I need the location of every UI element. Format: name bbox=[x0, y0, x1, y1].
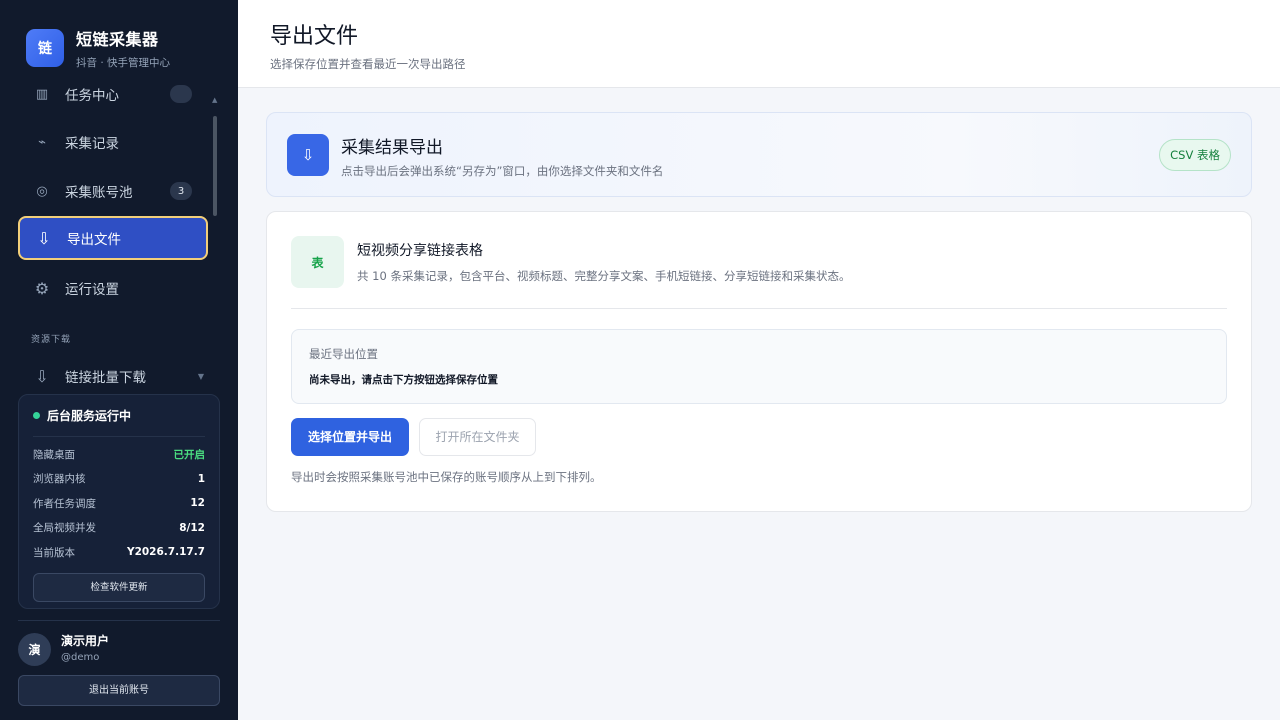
sidebar: 链 短链采集器 抖音 · 快手管理中心 ▥ 任务中心 ⌁ 采集记录 ◎ 采集账号… bbox=[0, 0, 238, 720]
app-logo: 链 bbox=[26, 29, 64, 67]
status-label: 作者任务调度 bbox=[33, 497, 96, 510]
table-icon: 表 bbox=[291, 236, 344, 288]
brand: 链 短链采集器 抖音 · 快手管理中心 bbox=[26, 26, 170, 70]
divider bbox=[291, 308, 1227, 309]
sidebar-nav: ▥ 任务中心 ⌁ 采集记录 ◎ 采集账号池 3 ⇩ 导出文件 ⚙ 运行设置 资源… bbox=[18, 76, 210, 392]
sidebar-item-label: 导出文件 bbox=[67, 232, 121, 248]
status-value: 1 bbox=[197, 472, 205, 485]
status-value: 已开启 bbox=[173, 448, 206, 461]
sidebar-item-task-center[interactable]: ▥ 任务中心 bbox=[18, 76, 208, 116]
gear-icon: ⚙ bbox=[34, 278, 50, 298]
status-label: 当前版本 bbox=[33, 546, 75, 559]
status-value: Y2026.7.17.7 bbox=[126, 546, 205, 559]
location-value: 尚未导出，请点击下方按钮选择保存位置 bbox=[309, 374, 498, 386]
nav-badge bbox=[170, 85, 192, 103]
sidebar-scrollbar[interactable]: ▲ bbox=[212, 94, 218, 394]
status-row: 作者任务调度 12 bbox=[33, 491, 205, 516]
choose-location-export-button[interactable]: 选择位置并导出 bbox=[291, 418, 409, 456]
status-row: 浏览器内核 1 bbox=[33, 467, 205, 492]
sidebar-item-label: 运行设置 bbox=[65, 282, 119, 298]
chart-icon: ▥ bbox=[35, 86, 49, 102]
nav-section-label: 资源下载 bbox=[31, 335, 72, 345]
chevron-down-icon: ▼ bbox=[197, 371, 204, 381]
avatar: 演 bbox=[18, 633, 51, 666]
status-label: 全局视频并发 bbox=[33, 522, 96, 535]
app-title: 短链采集器 bbox=[76, 30, 159, 49]
download-icon: ⇩ bbox=[35, 366, 49, 386]
logout-button[interactable]: 退出当前账号 bbox=[18, 675, 220, 706]
service-status-card: 后台服务运行中 隐藏桌面 已开启 浏览器内核 1 作者任务调度 12 全局视频并… bbox=[18, 394, 220, 609]
file-description: 共 10 条采集记录，包含平台、视频标题、完整分享文案、手机短链接、分享短链接和… bbox=[357, 269, 851, 283]
status-row: 当前版本 Y2026.7.17.7 bbox=[33, 540, 205, 565]
status-label: 隐藏桌面 bbox=[33, 448, 75, 461]
sidebar-item-records[interactable]: ⌁ 采集记录 bbox=[18, 120, 208, 164]
sidebar-item-label: 采集账号池 bbox=[65, 185, 133, 201]
download-icon: ⇩ bbox=[287, 134, 329, 176]
format-badge: CSV 表格 bbox=[1159, 139, 1231, 171]
nav-badge: 3 bbox=[170, 182, 192, 200]
chevron-up-icon[interactable]: ▲ bbox=[212, 96, 217, 104]
location-label: 最近导出位置 bbox=[309, 347, 378, 361]
check-update-button[interactable]: 检查软件更新 bbox=[33, 572, 205, 602]
sidebar-item-account-pool[interactable]: ◎ 采集账号池 3 bbox=[18, 169, 208, 213]
user-name: 演示用户 bbox=[61, 634, 110, 648]
export-banner: ⇩ 采集结果导出 点击导出后会弹出系统“另存为”窗口，由你选择文件夹和文件名 C… bbox=[266, 112, 1252, 197]
pulse-icon: ⌁ bbox=[38, 134, 46, 150]
scrollbar-thumb[interactable] bbox=[213, 116, 217, 216]
sidebar-item-label: 采集记录 bbox=[65, 136, 119, 152]
download-icon: ⇩ bbox=[37, 228, 51, 248]
recent-export-location: 最近导出位置 尚未导出，请点击下方按钮选择保存位置 bbox=[291, 329, 1227, 404]
open-folder-button[interactable]: 打开所在文件夹 bbox=[419, 418, 536, 456]
status-value: 8/12 bbox=[179, 521, 205, 534]
status-row: 隐藏桌面 已开启 bbox=[33, 442, 205, 467]
app-subtitle: 抖音 · 快手管理中心 bbox=[76, 57, 171, 69]
banner-title: 采集结果导出 bbox=[341, 138, 443, 158]
export-card: 表 短视频分享链接表格 共 10 条采集记录，包含平台、视频标题、完整分享文案、… bbox=[266, 211, 1252, 512]
status-label: 浏览器内核 bbox=[33, 473, 86, 486]
page-header: 导出文件 选择保存位置并查看最近一次导出路径 bbox=[238, 0, 1280, 88]
page-title: 导出文件 bbox=[270, 24, 359, 49]
status-dot-icon bbox=[33, 412, 40, 419]
status-row: 全局视频并发 8/12 bbox=[33, 516, 205, 541]
sidebar-item-export[interactable]: ⇩ 导出文件 bbox=[18, 216, 208, 260]
sidebar-item-batch-download[interactable]: ⇩ 链接批量下载 ▼ bbox=[18, 354, 208, 392]
sidebar-item-label: 任务中心 bbox=[65, 88, 119, 104]
export-note: 导出时会按照采集账号池中已保存的账号顺序从上到下排列。 bbox=[291, 470, 602, 484]
user-handle: @demo bbox=[61, 652, 100, 663]
status-title: 后台服务运行中 bbox=[47, 409, 132, 423]
target-icon: ◎ bbox=[36, 183, 48, 199]
sidebar-item-label: 链接批量下载 bbox=[65, 370, 146, 386]
status-value: 12 bbox=[190, 497, 205, 510]
file-title: 短视频分享链接表格 bbox=[357, 243, 483, 259]
divider bbox=[18, 620, 220, 621]
sidebar-item-settings[interactable]: ⚙ 运行设置 bbox=[18, 266, 208, 310]
page-subtitle: 选择保存位置并查看最近一次导出路径 bbox=[270, 57, 466, 71]
banner-subtitle: 点击导出后会弹出系统“另存为”窗口，由你选择文件夹和文件名 bbox=[341, 164, 664, 178]
